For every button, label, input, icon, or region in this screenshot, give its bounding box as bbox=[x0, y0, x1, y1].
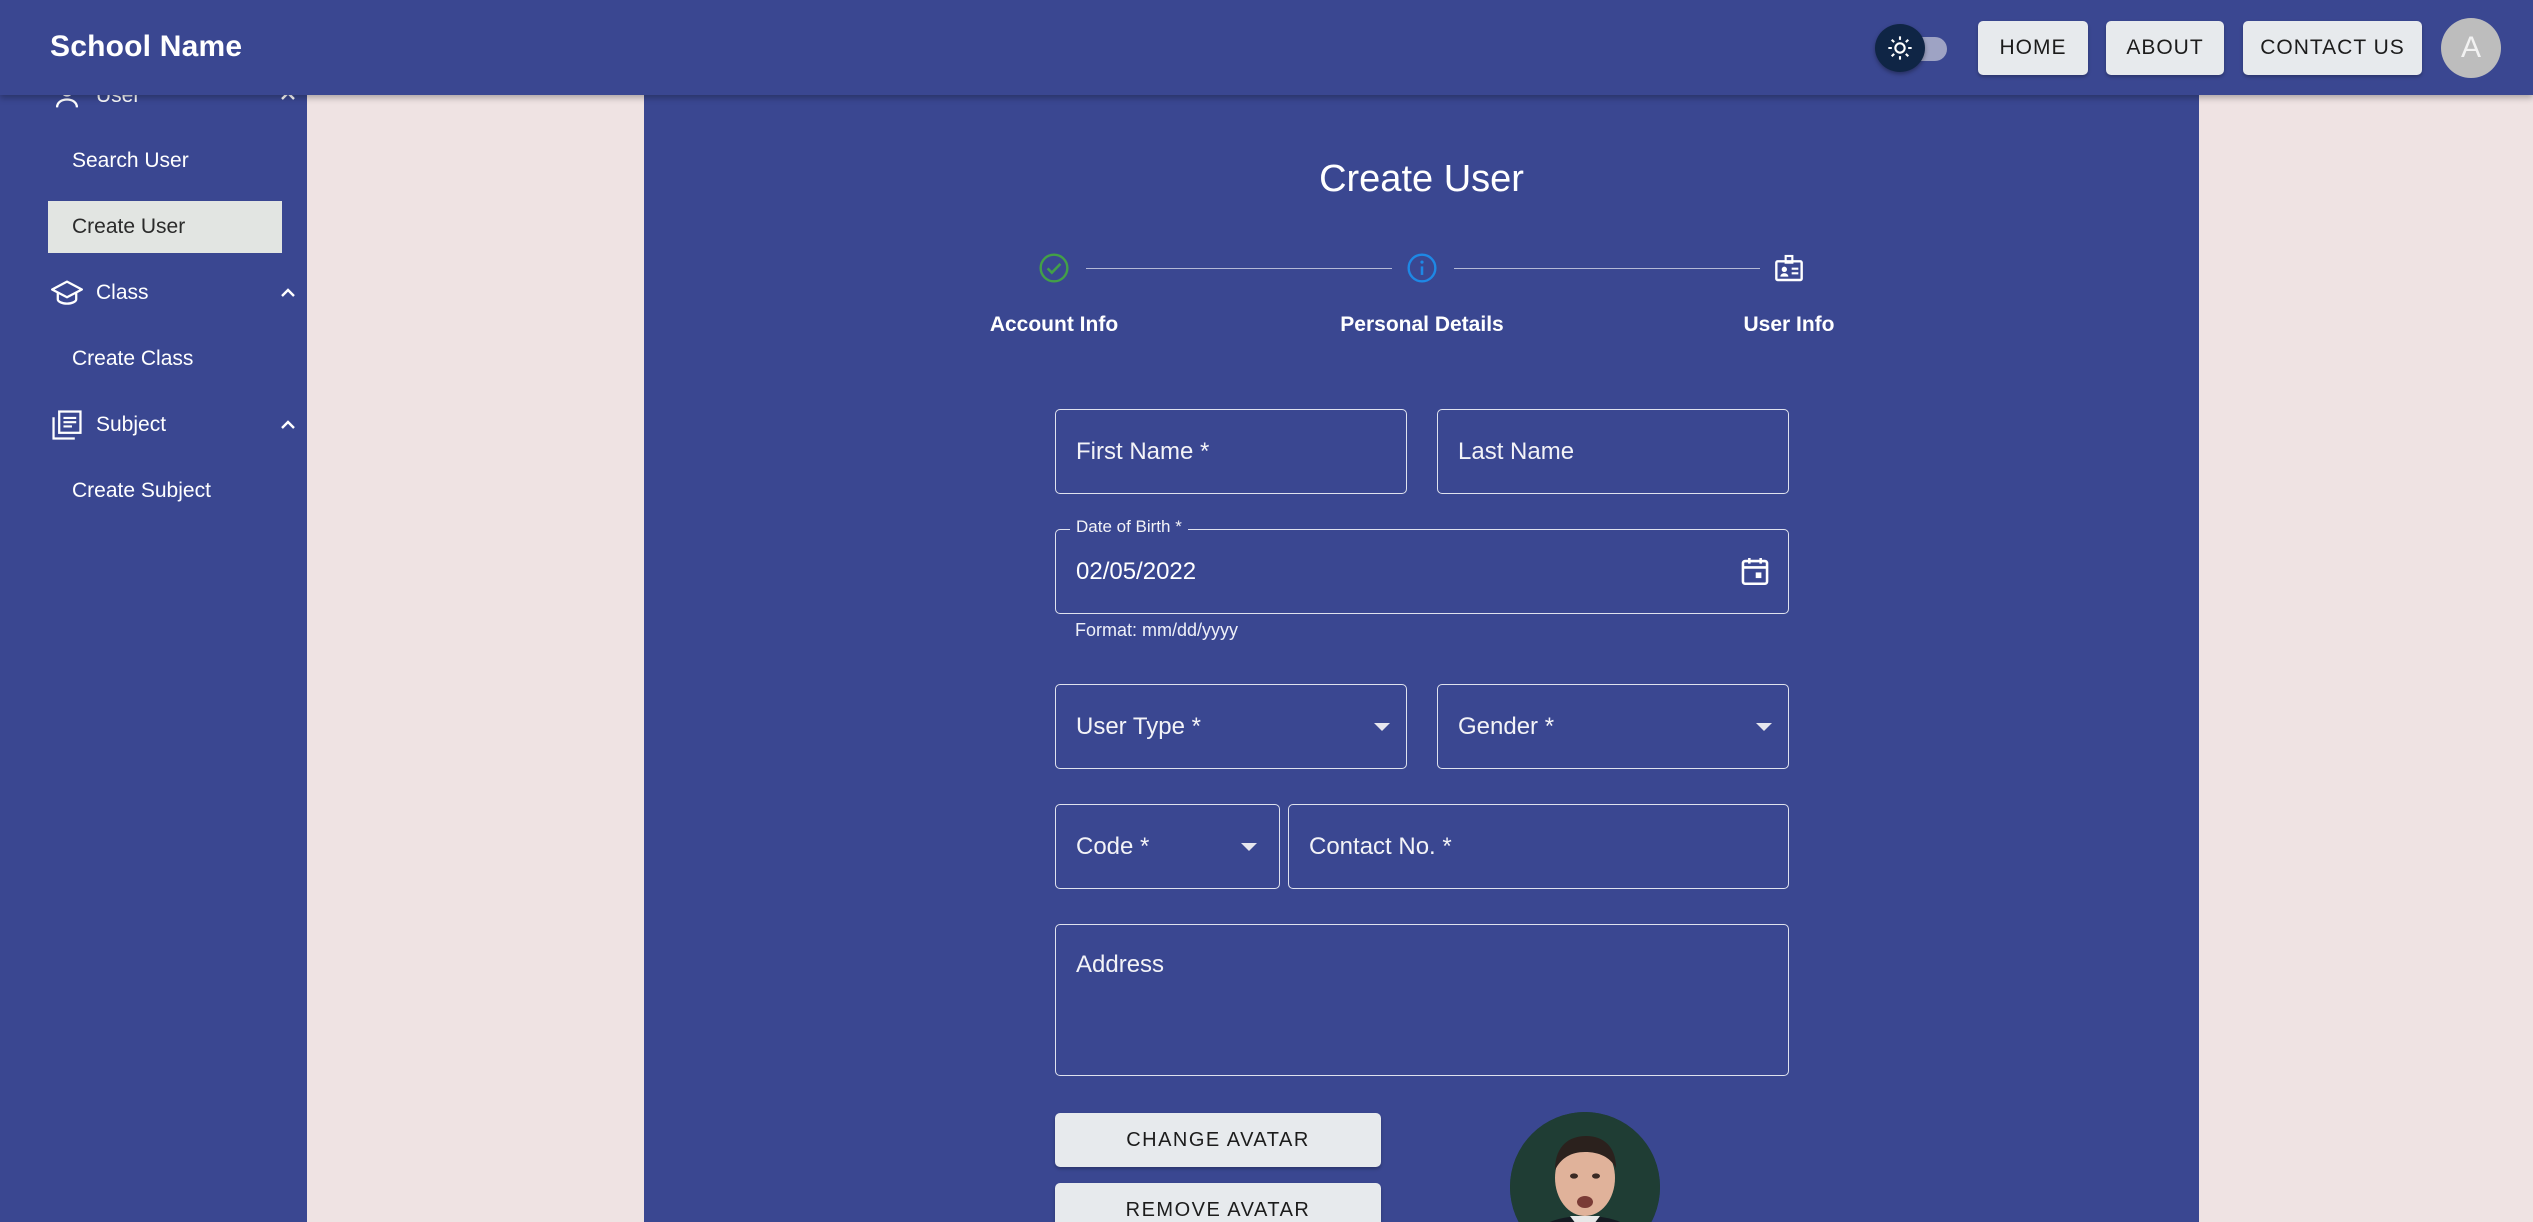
gender-select[interactable]: Gender * bbox=[1437, 684, 1789, 769]
info-icon bbox=[1406, 252, 1438, 284]
step-label-personal-details: Personal Details bbox=[1340, 313, 1504, 336]
step-connector bbox=[1086, 268, 1392, 269]
address-placeholder: Address bbox=[1076, 951, 1165, 978]
sidebar-item-label: Create User bbox=[72, 215, 186, 238]
chevron-up-icon[interactable] bbox=[276, 413, 300, 437]
first-name-placeholder: First Name * bbox=[1076, 437, 1210, 465]
dropdown-arrow-icon bbox=[1374, 722, 1390, 731]
app-bar: School Name HOME ABOUT CONTACT US A bbox=[0, 0, 2533, 95]
badge-icon bbox=[1773, 252, 1805, 284]
remove-avatar-button[interactable]: REMOVE AVATAR bbox=[1055, 1183, 1381, 1222]
nav-home-button[interactable]: HOME bbox=[1978, 21, 2088, 75]
calendar-icon[interactable] bbox=[1738, 554, 1772, 593]
page-title: Create User bbox=[1319, 158, 1524, 200]
sidebar-item-label: Search User bbox=[72, 149, 189, 172]
sidebar-group-class[interactable]: Class bbox=[48, 267, 295, 319]
sidebar: User Search User Create User Class Creat… bbox=[0, 0, 307, 1222]
first-name-field[interactable]: First Name * bbox=[1055, 409, 1407, 494]
change-avatar-button[interactable]: CHANGE AVATAR bbox=[1055, 1113, 1381, 1167]
dropdown-arrow-icon bbox=[1756, 722, 1772, 731]
sidebar-group-subject[interactable]: Subject bbox=[48, 399, 295, 451]
step-label-account-info: Account Info bbox=[989, 313, 1119, 336]
sidebar-item-create-class[interactable]: Create Class bbox=[48, 333, 282, 385]
sidebar-item-create-subject[interactable]: Create Subject bbox=[48, 465, 282, 517]
address-field[interactable]: Address bbox=[1055, 924, 1789, 1076]
nav-about-button[interactable]: ABOUT bbox=[2106, 21, 2224, 75]
sun-icon bbox=[1875, 24, 1925, 72]
user-type-placeholder: User Type * bbox=[1076, 712, 1201, 740]
sidebar-item-search-user[interactable]: Search User bbox=[48, 135, 282, 187]
gender-placeholder: Gender * bbox=[1458, 712, 1555, 740]
contact-placeholder: Contact No. * bbox=[1309, 832, 1452, 860]
brand-title[interactable]: School Name bbox=[50, 30, 242, 64]
library-books-icon bbox=[50, 408, 84, 442]
last-name-placeholder: Last Name bbox=[1458, 437, 1575, 465]
sidebar-item-label: Create Class bbox=[72, 347, 194, 370]
step-connector bbox=[1454, 268, 1760, 269]
check-circle-icon bbox=[1038, 252, 1070, 284]
user-type-select[interactable]: User Type * bbox=[1055, 684, 1407, 769]
account-avatar[interactable]: A bbox=[2441, 18, 2501, 78]
sidebar-item-label: Create Subject bbox=[72, 479, 211, 502]
sidebar-group-label: Class bbox=[96, 281, 149, 304]
sidebar-group-label: Subject bbox=[96, 413, 167, 436]
sidebar-item-create-user[interactable]: Create User bbox=[48, 201, 282, 253]
country-code-select[interactable]: Code * bbox=[1055, 804, 1280, 889]
contact-number-field[interactable]: Contact No. * bbox=[1288, 804, 1789, 889]
code-placeholder: Code * bbox=[1076, 832, 1150, 860]
school-icon bbox=[50, 276, 84, 310]
date-of-birth-value: 02/05/2022 bbox=[1076, 557, 1197, 585]
dropdown-arrow-icon bbox=[1241, 842, 1257, 851]
date-format-helper: Format: mm/dd/yyyy bbox=[1075, 620, 1239, 640]
chevron-up-icon[interactable] bbox=[276, 281, 300, 305]
date-of-birth-field[interactable]: Date of Birth * 02/05/2022 bbox=[1055, 517, 1789, 614]
nav-contact-button[interactable]: CONTACT US bbox=[2243, 21, 2422, 75]
last-name-field[interactable]: Last Name bbox=[1437, 409, 1789, 494]
step-label-user-info: User Info bbox=[1743, 313, 1835, 336]
theme-toggle[interactable] bbox=[1875, 24, 1951, 72]
